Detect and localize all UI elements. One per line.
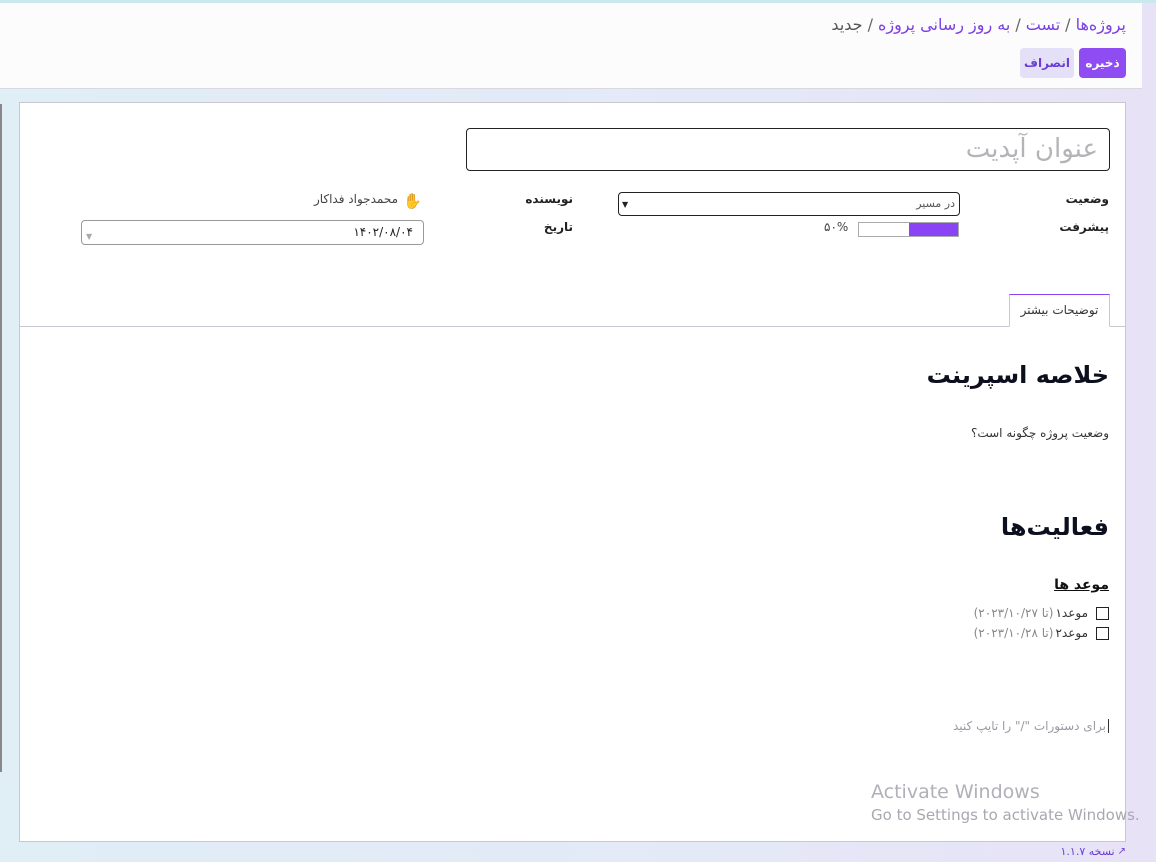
external-link-icon: ↗ — [1117, 846, 1126, 857]
date-value: ۱۴۰۲/۰۸/۰۴ — [353, 225, 413, 239]
hand-avatar-icon: ✋ — [403, 192, 422, 210]
breadcrumb-separator: / — [867, 15, 873, 34]
cancel-button[interactable]: انصراف — [1020, 48, 1074, 78]
update-title-input[interactable]: عنوان آپدیت — [466, 128, 1110, 171]
status-label: وضعیت — [1065, 192, 1109, 206]
windows-watermark-subtitle: Go to Settings to activate Windows. — [871, 806, 1140, 824]
breadcrumb-projects[interactable]: پروژه‌ها — [1076, 15, 1126, 34]
todo-deadline: (تا ۲۰۲۳/۱۰/۲۷) — [973, 606, 1054, 620]
breadcrumb-separator: / — [1065, 15, 1071, 34]
todo-label: موعد۱ — [1055, 606, 1088, 620]
editor-placeholder[interactable]: برای دستورات "/" را تایپ کنید — [953, 719, 1109, 733]
windows-watermark-title: Activate Windows — [871, 781, 1040, 803]
deadlines-heading: موعد ها — [1054, 577, 1109, 593]
progress-fill — [908, 223, 958, 236]
todo-item: موعد۲ (تا ۲۰۲۳/۱۰/۲۸) — [974, 626, 1109, 640]
todo-checkbox[interactable] — [1096, 606, 1109, 620]
version-text: نسخه ۱.۱.۷ — [1060, 845, 1115, 858]
breadcrumb-current: جدید — [831, 15, 863, 34]
progress-bar[interactable] — [858, 222, 959, 237]
progress-label: پیشرفت — [1059, 220, 1109, 234]
todo-deadline: (تا ۲۰۲۳/۱۰/۲۸) — [973, 626, 1054, 640]
status-select[interactable]: در مسیر ▼ — [618, 192, 960, 216]
calendar-caret-icon: ▼ — [86, 232, 93, 241]
breadcrumb-separator: / — [1015, 15, 1021, 34]
version-link[interactable]: ↗ نسخه ۱.۱.۷ — [1061, 845, 1126, 858]
author-name[interactable]: محمدجواد فداکار — [314, 192, 398, 206]
date-input[interactable]: ۱۴۰۲/۰۸/۰۴ ▼ — [81, 220, 424, 245]
todo-item: موعد۱ (تا ۲۰۲۳/۱۰/۲۷) — [974, 606, 1109, 620]
summary-heading: خلاصه اسپرینت — [926, 361, 1109, 389]
caret-down-icon: ▼ — [622, 200, 629, 209]
page-header: پروژه‌ها/تست/به روز رسانی پروژه/جدید ذخی… — [0, 3, 1142, 89]
form-sheet: عنوان آپدیت وضعیت در مسیر ▼ پیشرفت ۵۰% ن… — [19, 102, 1126, 842]
save-button[interactable]: ذخیره — [1079, 48, 1126, 78]
todo-label: موعد۲ — [1055, 626, 1088, 640]
tab-divider — [20, 326, 1125, 327]
status-select-value: در مسیر — [916, 197, 955, 210]
author-label: نویسنده — [525, 192, 573, 206]
progress-percent: ۵۰% — [824, 220, 849, 234]
breadcrumb: پروژه‌ها/تست/به روز رسانی پروژه/جدید — [831, 15, 1126, 34]
left-scroll-edge — [0, 104, 2, 772]
tab-more-description[interactable]: توضیحات بیشتر — [1009, 294, 1110, 327]
todo-checkbox[interactable] — [1096, 626, 1109, 640]
breadcrumb-project-update[interactable]: به روز رسانی پروژه — [878, 15, 1010, 34]
activities-heading: فعالیت‌ها — [1000, 513, 1109, 541]
date-label: تاریخ — [543, 220, 573, 234]
breadcrumb-test[interactable]: تست — [1026, 15, 1060, 34]
summary-question: وضعیت پروژه چگونه است؟ — [970, 426, 1109, 440]
